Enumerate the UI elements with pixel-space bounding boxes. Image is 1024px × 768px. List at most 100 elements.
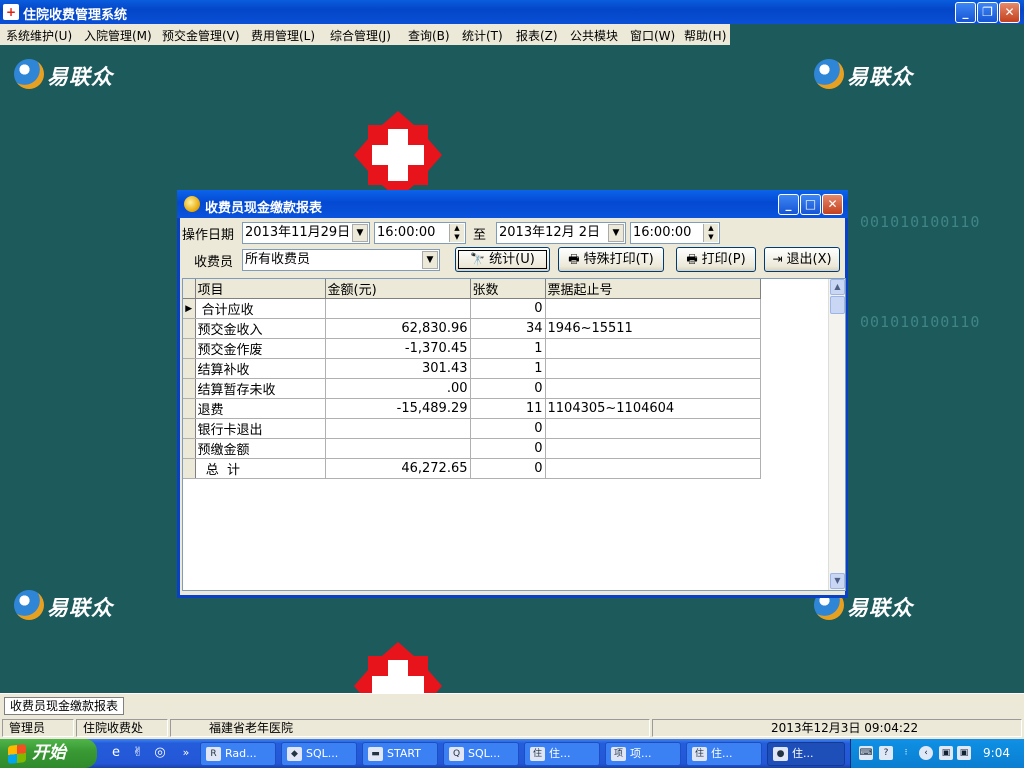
cell-amount[interactable]: 62,830.96 [325,318,471,339]
scroll-thumb[interactable] [830,296,845,314]
cell-item[interactable]: 结算暂存未收 [195,378,326,399]
cashier-select[interactable]: 所有收费员 ▼ [242,249,440,271]
show-desktop-icon[interactable]: ◎ [152,745,168,761]
task-button[interactable]: ▬ START [362,742,438,766]
column-header-amount[interactable]: 金额(元) [325,279,471,299]
cell-amount[interactable]: -1,370.45 [325,338,471,359]
clock[interactable]: 9:04 [983,746,1010,760]
menu-query[interactable]: 查询(B) [408,27,450,44]
cell-count[interactable]: 0 [470,298,546,319]
cell-item[interactable]: 总 计 [195,458,326,479]
table-row[interactable]: 结算补收 301.43 1 [183,358,761,379]
cell-ticket-range[interactable] [545,338,761,359]
scroll-down-icon[interactable]: ▼ [830,573,845,589]
dialog-titlebar[interactable]: 收费员现金缴款报表 _ □ ✕ [177,190,848,218]
cell-count[interactable]: 0 [470,438,546,459]
spin-up-down-icon[interactable]: ▲ ▼ [449,224,464,242]
cell-count[interactable]: 0 [470,458,546,479]
cell-count[interactable]: 0 [470,418,546,439]
print-button[interactable]: 🖶 打印(P) [676,247,756,272]
restore-button[interactable]: ❐ [977,2,998,23]
table-row[interactable]: 退费 -15,489.29 11 1104305~1104604 [183,398,761,419]
task-button[interactable]: 项项... [605,742,681,766]
cell-count[interactable]: 1 [470,338,546,359]
dialog-close-button[interactable]: ✕ [822,194,843,215]
keyboard-icon[interactable]: ⌨ [859,746,873,760]
cell-amount[interactable]: 301.43 [325,358,471,379]
cell-amount[interactable]: 46,272.65 [325,458,471,479]
task-button[interactable]: Q SQL... [443,742,519,766]
cell-ticket-range[interactable] [545,418,761,439]
cell-ticket-range[interactable] [545,438,761,459]
minimize-button[interactable]: _ [955,2,976,23]
task-button[interactable]: R Rad... [200,742,276,766]
chevron-down-icon[interactable]: ▼ [422,251,438,269]
cell-count[interactable]: 34 [470,318,546,339]
cell-item[interactable]: 退费 [195,398,326,419]
table-row[interactable]: 总 计 46,272.65 0 [183,458,761,479]
network-icon[interactable]: ▣ [957,746,971,760]
report-grid[interactable]: 项目 金额(元) 张数 票据起止号 ▶ 合计应收 0 预交金收入 62,830.… [182,278,846,591]
cell-ticket-range[interactable] [545,378,761,399]
close-button[interactable]: ✕ [999,2,1020,23]
stat-button[interactable]: 🔭 统计(U) [455,247,550,272]
column-header-count[interactable]: 张数 [470,279,546,299]
chevron-down-icon[interactable]: ▼ [608,224,624,242]
app-icon[interactable]: + [3,4,19,20]
cell-item[interactable]: 预交金作废 [195,338,326,359]
task-button[interactable]: 住住... [524,742,600,766]
menu-public[interactable]: 公共模块 [570,27,618,44]
menu-stats[interactable]: 统计(T) [462,27,503,44]
exit-button[interactable]: ⇥ 退出(X) [764,247,840,272]
cell-amount[interactable]: .00 [325,378,471,399]
chevron-down-icon[interactable]: ▼ [352,224,368,242]
start-date-picker[interactable]: 2013年11月29日 ▼ [242,222,370,244]
cell-count[interactable]: 1 [470,358,546,379]
cell-amount[interactable] [325,298,471,319]
cell-item[interactable]: 预交金收入 [195,318,326,339]
cell-ticket-range[interactable]: 1104305~1104604 [545,398,761,419]
quicklaunch-app-icon[interactable]: ✌ [130,745,146,761]
task-button[interactable]: ◆ SQL... [281,742,357,766]
start-time-input[interactable]: 16:00:00 ▲ ▼ [374,222,466,244]
menu-admission[interactable]: 入院管理(M) [84,27,152,44]
cell-count[interactable]: 0 [470,378,546,399]
cell-item[interactable]: 银行卡退出 [195,418,326,439]
window-tab[interactable]: 收费员现金缴款报表 [4,697,125,715]
tray-expand-icon[interactable]: ‹ [919,746,933,760]
table-row[interactable]: 预缴金额 0 [183,438,761,459]
task-button-active[interactable]: ● 住... [767,742,845,766]
end-date-picker[interactable]: 2013年12月 2日 ▼ [496,222,626,244]
cell-item[interactable]: 结算补收 [195,358,326,379]
task-button[interactable]: 住住... [686,742,762,766]
vertical-scrollbar[interactable]: ▲ ▼ [828,279,845,590]
column-header-ticket-range[interactable]: 票据起止号 [545,279,761,299]
cell-count[interactable]: 11 [470,398,546,419]
table-row[interactable]: 银行卡退出 0 [183,418,761,439]
dialog-minimize-button[interactable]: _ [778,194,799,215]
special-print-button[interactable]: 🖶 特殊打印(T) [558,247,664,272]
end-time-input[interactable]: 16:00:00 ▲ ▼ [630,222,720,244]
table-row[interactable]: ▶ 合计应收 0 [183,298,761,319]
scroll-up-icon[interactable]: ▲ [830,279,845,295]
menu-help[interactable]: 帮助(H) [684,27,726,44]
cell-ticket-range[interactable] [545,458,761,479]
ime-icon[interactable]: ⁝ [899,746,913,760]
cell-ticket-range[interactable] [545,358,761,379]
start-button[interactable]: 开始 [0,739,97,768]
network-icon[interactable]: ▣ [939,746,953,760]
cell-ticket-range[interactable] [545,298,761,319]
menu-general[interactable]: 综合管理(J) [330,27,391,44]
cell-amount[interactable] [325,438,471,459]
table-row[interactable]: 结算暂存未收 .00 0 [183,378,761,399]
cell-amount[interactable] [325,418,471,439]
cell-item[interactable]: 合计应收 [195,298,326,319]
ie-icon[interactable]: e [108,745,124,761]
cell-item[interactable]: 预缴金额 [195,438,326,459]
table-row[interactable]: 预交金收入 62,830.96 34 1946~15511 [183,318,761,339]
menu-fees[interactable]: 费用管理(L) [251,27,315,44]
menu-reports[interactable]: 报表(Z) [516,27,558,44]
cell-ticket-range[interactable]: 1946~15511 [545,318,761,339]
menu-system[interactable]: 系统维护(U) [6,27,72,44]
column-header-item[interactable]: 项目 [195,279,326,299]
